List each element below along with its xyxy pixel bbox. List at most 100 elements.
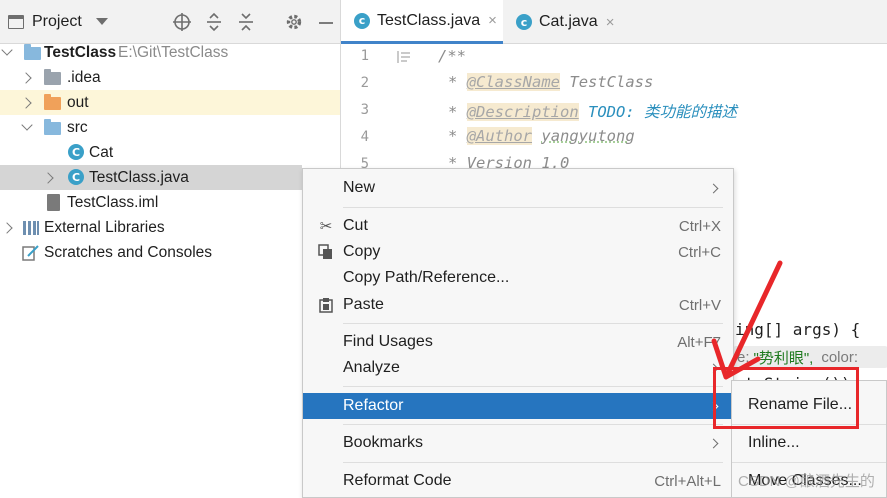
menu-item-find-usages[interactable]: Find Usages Alt+F7 (303, 329, 733, 355)
project-toolwindow-header: Project (0, 0, 340, 44)
tree-item-label: Scratches and Consoles (44, 243, 213, 261)
todo-marker: TODO (588, 103, 626, 121)
menu-item-label: Bookmarks (343, 434, 424, 451)
class-icon: c (516, 14, 532, 30)
project-title: Project (32, 12, 82, 30)
doc-value: yangyutong (541, 127, 635, 145)
project-view-selector[interactable]: Project (8, 13, 108, 31)
menu-item-analyze[interactable]: Analyze (303, 355, 733, 381)
chevron-down-icon[interactable] (21, 119, 33, 131)
doc-value: : 类功能的描述 (625, 103, 738, 121)
code-line-3: * @Description TODO: 类功能的描述 (448, 100, 737, 122)
menu-item-reformat-code[interactable]: Reformat Code Ctrl+Alt+L (303, 468, 733, 494)
doc-tag: @Description (466, 103, 579, 121)
chevron-right-icon[interactable] (42, 172, 54, 184)
close-icon[interactable]: × (488, 12, 497, 29)
chevron-right-icon[interactable] (1, 222, 13, 234)
libraries-icon (22, 220, 40, 240)
tree-item-label: External Libraries (44, 218, 165, 236)
comment-star: * (448, 103, 458, 121)
menu-item-label: Paste (343, 296, 384, 313)
menu-item-label: Cut (343, 217, 368, 234)
folder-icon (44, 119, 61, 135)
expand-all-icon[interactable] (204, 12, 226, 32)
project-tree: TestClass E:\Git\TestClass .idea out src… (0, 40, 340, 498)
tree-item-label: TestClass.iml (67, 193, 159, 211)
menu-item-copy[interactable]: Copy Ctrl+C (303, 239, 733, 265)
doc-comment-icon[interactable] (397, 50, 411, 68)
tab-label: Cat.java (539, 13, 598, 30)
menu-item-new[interactable]: New (303, 175, 733, 201)
code-line-4: * @Author yangyutong (448, 127, 635, 145)
root-path: E:\Git\TestClass (118, 43, 229, 61)
tree-item-out[interactable]: out (0, 90, 340, 115)
watermark: CSDN @酿酒先生的 (738, 473, 875, 490)
collapse-all-icon[interactable] (236, 12, 258, 32)
tree-item-testclass-iml[interactable]: TestClass.iml (0, 190, 340, 215)
tab-cat-java[interactable]: c Cat.java × (503, 0, 643, 44)
comment-star: * (448, 127, 458, 145)
menu-item-bookmarks[interactable]: Bookmarks (303, 430, 733, 456)
menu-item-label: Reformat Code (343, 472, 452, 489)
tree-item-idea[interactable]: .idea (0, 65, 340, 90)
menu-item-label: Copy Path/Reference... (343, 269, 510, 286)
iml-file-icon (47, 194, 60, 211)
close-icon[interactable]: × (606, 14, 615, 31)
tab-label: TestClass.java (377, 11, 481, 29)
annotation-highlight-box (713, 367, 859, 429)
class-icon: c (354, 12, 370, 29)
menu-item-label: Refactor (343, 397, 404, 414)
menu-separator (343, 386, 723, 387)
gear-icon[interactable] (284, 12, 306, 32)
tree-item-scratches[interactable]: Scratches and Consoles (0, 240, 340, 265)
line-number: 4 (360, 129, 369, 145)
menu-item-paste[interactable]: Paste Ctrl+V (303, 292, 733, 318)
menu-item-label: New (343, 179, 376, 196)
editor-tabs: c TestClass.java × c Cat.java × (340, 0, 887, 44)
code-line-5: * Version 1.0 (448, 154, 570, 168)
folder-icon (44, 94, 61, 110)
scissors-icon: ✂ (319, 218, 333, 235)
menu-item-cut[interactable]: ✂ Cut Ctrl+X (303, 213, 733, 239)
tree-item-testclass-java[interactable]: C TestClass.java (0, 165, 302, 190)
doc-tag: @ClassName (466, 73, 561, 91)
menu-item-refactor[interactable]: Refactor (303, 393, 733, 419)
hide-icon[interactable] (316, 12, 338, 32)
code-line-2: * @ClassName TestClass (448, 73, 653, 91)
menu-separator (343, 323, 723, 324)
tree-item-label: TestClass.java (89, 168, 189, 186)
locate-icon[interactable] (172, 12, 194, 32)
hint-suffix: color: (821, 348, 859, 366)
tab-testclass-java[interactable]: c TestClass.java × (341, 0, 503, 44)
folder-icon (44, 69, 61, 85)
menu-item-copy-path[interactable]: Copy Path/Reference... (303, 265, 733, 291)
tree-item-cat[interactable]: C Cat (0, 140, 340, 165)
project-window-icon (8, 14, 24, 29)
submenu-item-inline[interactable]: Inline... (748, 434, 800, 452)
menu-separator (732, 462, 886, 463)
chevron-down-icon[interactable] (1, 44, 13, 56)
menu-shortcut: Ctrl+Alt+L (654, 472, 721, 490)
context-menu: New ✂ Cut Ctrl+X Copy Ctrl+C Copy Path/R… (302, 168, 734, 498)
chevron-right-icon (708, 438, 719, 448)
doc-tag: @Author (466, 127, 533, 145)
tree-item-external-libraries[interactable]: External Libraries (0, 215, 340, 240)
chevron-right-icon[interactable] (20, 72, 32, 84)
root-name: TestClass (44, 43, 117, 61)
menu-item-label: Find Usages (343, 333, 433, 350)
tree-item-src[interactable]: src (0, 115, 340, 140)
tree-root[interactable]: TestClass E:\Git\TestClass (0, 40, 340, 65)
chevron-right-icon[interactable] (20, 97, 32, 109)
tree-item-label: src (67, 118, 88, 136)
menu-separator (343, 462, 723, 463)
menu-shortcut: Ctrl+X (678, 217, 721, 235)
module-folder-icon (24, 44, 41, 60)
tree-item-label: .idea (67, 68, 101, 86)
tree-item-label: out (67, 93, 89, 111)
line-number: 3 (360, 102, 369, 118)
doc-value: TestClass (569, 73, 654, 91)
comment-star: * (448, 73, 458, 91)
line-number: 1 (360, 48, 369, 64)
menu-separator (343, 207, 723, 208)
chevron-down-icon[interactable] (95, 18, 108, 25)
